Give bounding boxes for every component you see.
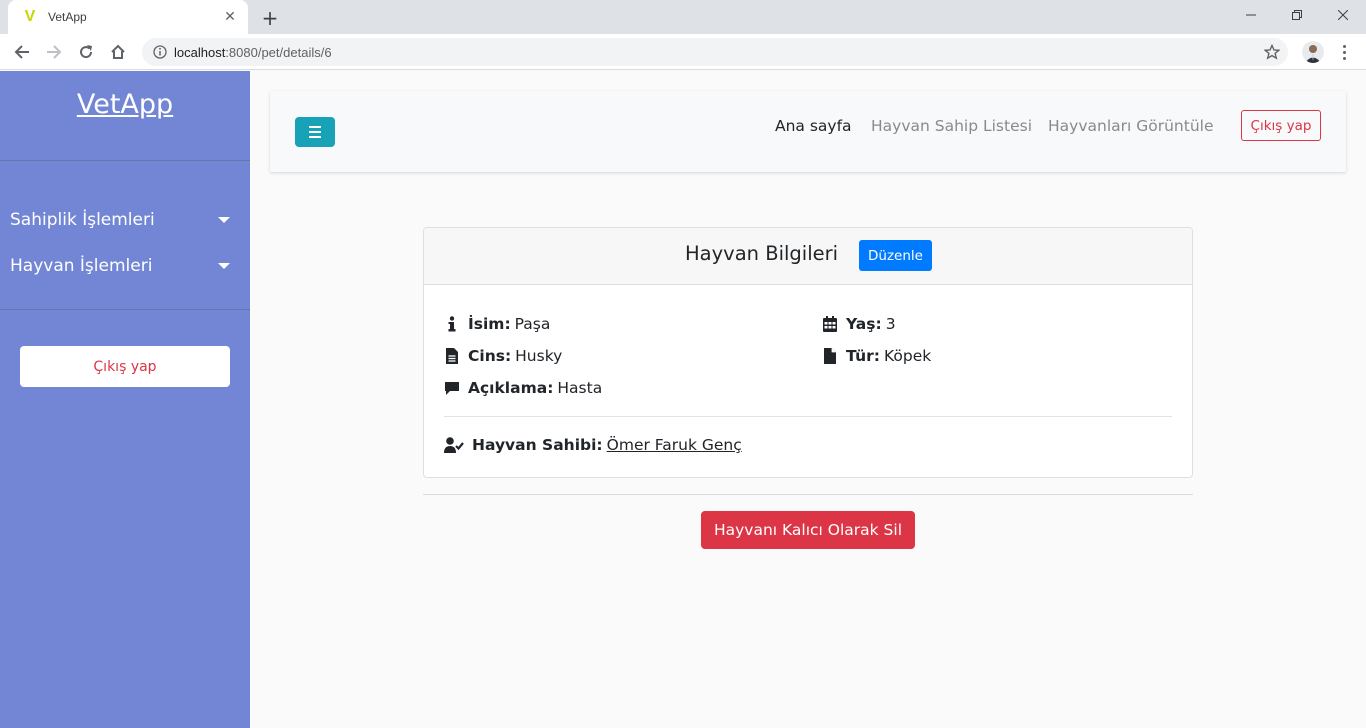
caret-down-icon <box>218 263 230 269</box>
field-value: 3 <box>885 315 896 333</box>
menu-icon <box>309 126 321 128</box>
delete-animal-button[interactable]: Hayvanı Kalıcı Olarak Sil <box>701 511 915 549</box>
comment-icon <box>444 380 460 396</box>
sidebar-item-label: Hayvan İşlemleri <box>10 256 153 276</box>
close-icon[interactable]: ✕ <box>222 9 238 25</box>
home-icon[interactable] <box>106 40 130 64</box>
card-title: Hayvan Bilgileri <box>685 242 839 265</box>
field-breed: Cins: Husky <box>444 345 562 367</box>
field-value: Köpek <box>883 347 932 365</box>
field-name: İsim: Paşa <box>444 313 550 335</box>
sidebar-divider <box>0 160 250 161</box>
url-text: localhost:8080/pet/details/6 <box>174 45 332 60</box>
field-owner: Hayvan Sahibi: Ömer Faruk Genç <box>444 434 742 456</box>
calendar-icon <box>822 316 838 332</box>
caret-down-icon <box>218 217 230 223</box>
field-label: Cins: <box>468 347 512 365</box>
field-age: Yaş: 3 <box>822 313 896 335</box>
favicon-icon: V <box>24 8 36 25</box>
minimize-icon[interactable] <box>1228 0 1274 30</box>
info-icon <box>444 316 460 332</box>
sidebar: VetApp Sahiplik İşlemleri Hayvan İşlemle… <box>0 71 250 728</box>
sidebar-divider <box>0 309 250 310</box>
file-icon <box>822 348 838 364</box>
browser-tabstrip: V VetApp ✕ + <box>0 0 1366 34</box>
back-icon[interactable] <box>10 40 34 64</box>
animal-details-card: Hayvan Bilgileri Düzenle İsim: Paşa Cins… <box>423 227 1193 478</box>
window-close-icon[interactable] <box>1320 0 1366 30</box>
field-description: Açıklama: Hasta <box>444 377 602 399</box>
browser-menu-icon[interactable] <box>1336 40 1352 64</box>
sidebar-item-label: Sahiplik İşlemleri <box>10 210 155 230</box>
restore-icon[interactable] <box>1274 0 1320 30</box>
field-value: Paşa <box>514 315 551 333</box>
field-value: Hasta <box>557 379 603 397</box>
bookmark-star-icon[interactable] <box>1263 43 1281 60</box>
field-type: Tür: Köpek <box>822 345 931 367</box>
nav-link-owner-list[interactable]: Hayvan Sahip Listesi <box>871 115 1032 137</box>
content-divider <box>423 494 1193 495</box>
browser-tab[interactable]: V VetApp ✕ <box>8 0 248 34</box>
field-label: Tür: <box>846 347 880 365</box>
url-path: :8080/pet/details/6 <box>225 44 332 60</box>
field-label: Açıklama: <box>468 379 554 397</box>
file-text-icon <box>444 348 460 364</box>
top-navbar: Ana sayfa Hayvan Sahip Listesi Hayvanlar… <box>270 91 1346 172</box>
url-host: localhost <box>174 44 226 60</box>
sidebar-brand[interactable]: VetApp <box>0 89 250 120</box>
edit-button[interactable]: Düzenle <box>859 240 932 271</box>
sidebar-item-animals[interactable]: Hayvan İşlemleri <box>10 249 240 283</box>
card-header: Hayvan Bilgileri Düzenle <box>424 228 1192 285</box>
tab-title: VetApp <box>48 10 87 24</box>
user-check-icon <box>444 437 464 453</box>
sidebar-logout-button[interactable]: Çıkış yap <box>20 346 230 387</box>
owner-link[interactable]: Ömer Faruk Genç <box>607 436 742 454</box>
sidebar-item-ownership[interactable]: Sahiplik İşlemleri <box>10 203 240 237</box>
nav-link-home[interactable]: Ana sayfa <box>775 115 852 137</box>
card-divider <box>444 416 1172 417</box>
address-bar[interactable]: localhost:8080/pet/details/6 <box>142 38 1288 66</box>
forward-icon[interactable] <box>42 40 66 64</box>
sidebar-toggle-button[interactable] <box>295 117 335 147</box>
field-label: Yaş: <box>846 315 882 333</box>
browser-toolbar: localhost:8080/pet/details/6 <box>0 34 1366 70</box>
field-label: Hayvan Sahibi: <box>472 436 603 454</box>
field-label: İsim: <box>468 315 511 333</box>
info-icon[interactable] <box>152 44 168 60</box>
new-tab-icon[interactable]: + <box>258 6 282 30</box>
field-value: Husky <box>515 347 563 365</box>
profile-avatar[interactable] <box>1302 41 1324 63</box>
reload-icon[interactable] <box>74 40 98 64</box>
navbar-logout-button[interactable]: Çıkış yap <box>1241 110 1321 141</box>
nav-link-view-animals[interactable]: Hayvanları Görüntüle <box>1048 115 1214 137</box>
